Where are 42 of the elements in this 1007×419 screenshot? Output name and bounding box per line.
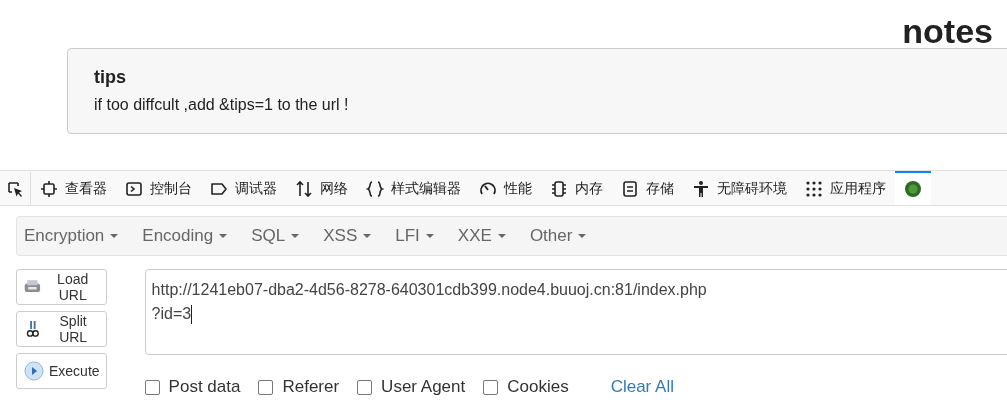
card-text: if too diffcult ,add &tips=1 to the url ! (94, 96, 350, 114)
cursor-icon (6, 180, 24, 198)
split-button[interactable]: Split URL (16, 311, 107, 347)
braces-icon (366, 180, 384, 198)
execute-button[interactable]: Execute (16, 353, 107, 389)
url-field[interactable]: http://1241eb07-dba2-4d56-8278-640301cdb399.node4.buuoj.cn:81/index.php ?id=3 (144, 269, 1007, 355)
inspector-icon (40, 180, 58, 198)
page-heading: notes (902, 12, 993, 51)
console-icon (125, 180, 143, 198)
devtools-tab[interactable]: 无障碍环境 (683, 171, 796, 205)
tag-icon (210, 180, 228, 198)
devtools-tab[interactable]: 网络 (286, 171, 357, 205)
extension-icon (904, 180, 922, 198)
dropdown-menu[interactable]: LFI (395, 226, 434, 246)
dropdown-menu[interactable]: Encryption (24, 226, 119, 246)
option-checkbox[interactable]: Referer (258, 377, 340, 397)
option-checkbox[interactable]: User Agent (357, 377, 466, 397)
grid-icon (805, 180, 823, 198)
accessibility-icon (692, 180, 710, 198)
chip-icon (550, 180, 568, 198)
devtools-tab[interactable] (895, 171, 931, 205)
arrows-icon (295, 180, 313, 198)
load-button[interactable]: Load URL (16, 269, 107, 305)
devtools-tab[interactable]: 存储 (612, 171, 683, 205)
clear-all-link[interactable]: Clear All (610, 377, 674, 397)
dropdown-menu[interactable]: Encoding (142, 226, 228, 246)
devtools-tab[interactable]: 样式编辑器 (357, 171, 470, 205)
devtools-tab[interactable]: 查看器 (31, 171, 116, 205)
devtools-tab[interactable]: 应用程序 (796, 171, 895, 205)
play-icon (23, 360, 45, 382)
option-checkbox[interactable]: Cookies (483, 377, 569, 397)
card-title: tips (94, 67, 127, 88)
storage-icon (621, 180, 639, 198)
option-checkbox[interactable]: Post data (144, 377, 241, 397)
dropdown-menu[interactable]: XXE (457, 226, 506, 246)
devtools-tab[interactable]: 调试器 (201, 171, 286, 205)
dropdown-menu[interactable]: Other (529, 226, 587, 246)
devtools-tab[interactable]: 性能 (470, 171, 541, 205)
dropdown-menu[interactable]: XSS (323, 226, 372, 246)
devtools-tab[interactable]: 内存 (541, 171, 612, 205)
devtools-tab[interactable]: 控制台 (116, 171, 201, 205)
dropdown-menu[interactable]: SQL (251, 226, 300, 246)
